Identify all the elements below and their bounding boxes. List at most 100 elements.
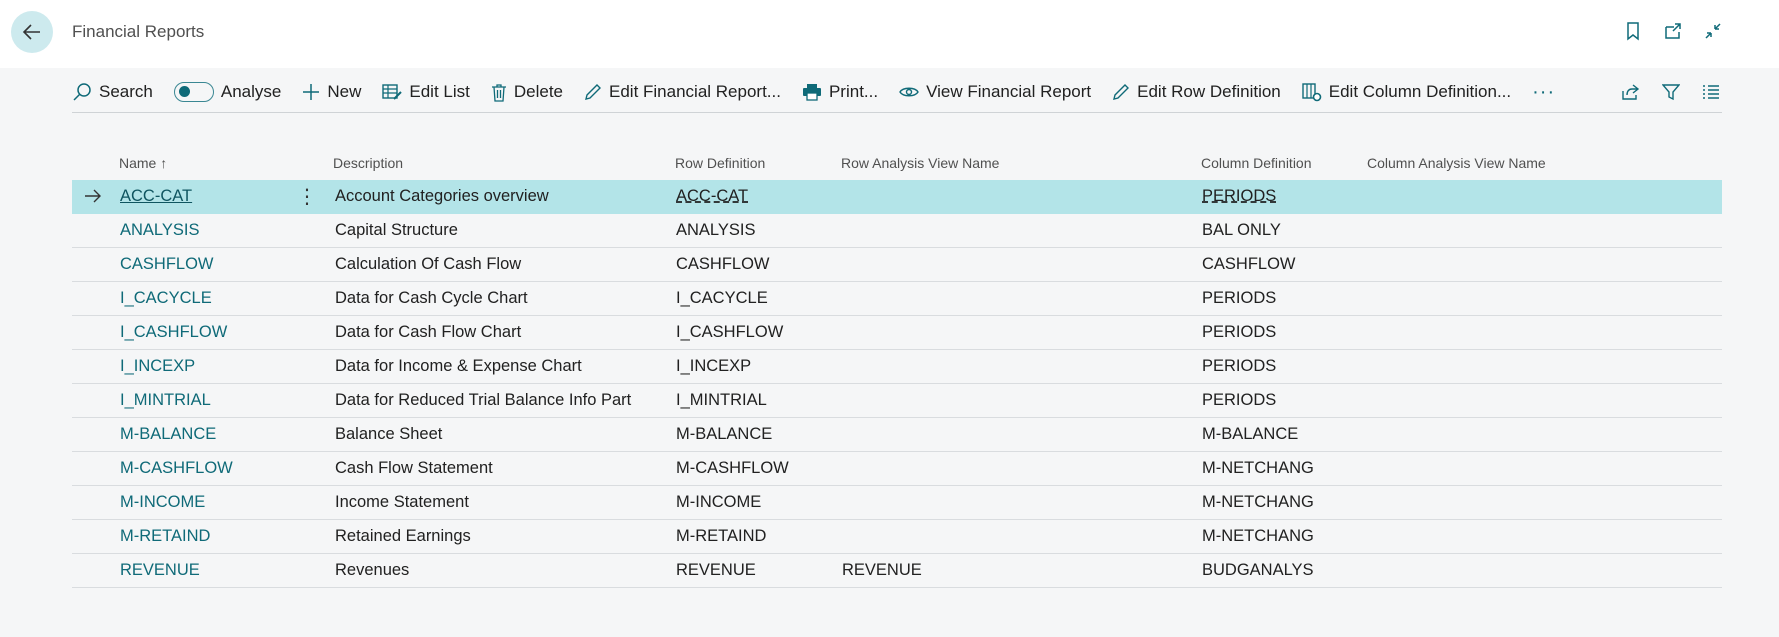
report-description: Calculation Of Cash Flow: [335, 255, 522, 273]
report-description: Revenues: [335, 561, 410, 579]
analyse-label: Analyse: [220, 82, 282, 101]
view-financial-report-button[interactable]: View Financial Report: [899, 82, 1091, 102]
report-description: Cash Flow Statement: [335, 459, 493, 477]
column-header-column-definition[interactable]: Column Definition: [1201, 155, 1312, 171]
more-icon: ···: [1532, 80, 1556, 103]
delete-button[interactable]: Delete: [491, 82, 563, 102]
edit-row-definition-button[interactable]: Edit Row Definition: [1112, 82, 1281, 102]
search-button[interactable]: Search: [72, 82, 153, 102]
column-header-row-definition[interactable]: Row Definition: [675, 155, 765, 171]
table-row[interactable]: M-CASHFLOW Cash Flow Statement M-CASHFLOW M…: [72, 452, 1722, 486]
report-name-link[interactable]: M-RETAIND: [120, 527, 210, 546]
row-definition-cell: M-RETAIND: [676, 527, 767, 545]
new-button[interactable]: New: [302, 82, 361, 102]
column-settings-icon: [1302, 83, 1322, 102]
back-button[interactable]: [11, 11, 53, 53]
page-title: Financial Reports: [72, 22, 205, 41]
report-description: Retained Earnings: [335, 527, 471, 545]
report-name-link[interactable]: REVENUE: [120, 561, 200, 580]
ellipsis-vertical-icon[interactable]: ⋮: [297, 184, 317, 209]
row-definition-cell[interactable]: ACC-CAT: [676, 187, 748, 206]
edit-financial-report-button[interactable]: Edit Financial Report...: [584, 82, 781, 102]
report-name-link[interactable]: I_MINTRIAL: [120, 391, 211, 410]
column-definition-cell: PERIODS: [1202, 323, 1277, 341]
table-row[interactable]: ⋮ ACC-CAT Account Categories overview ACC-C…: [72, 180, 1722, 214]
financial-reports-table: Name ↑ Description Row Definition Row An…: [72, 150, 1722, 588]
report-name-link[interactable]: M-BALANCE: [120, 425, 216, 444]
analyse-toggle[interactable]: Analyse: [173, 82, 282, 102]
analyse-switch[interactable]: [173, 82, 214, 102]
table-row[interactable]: CASHFLOW Calculation Of Cash Flow CASHFLOW…: [72, 248, 1722, 282]
pencil-icon: [585, 84, 601, 100]
sort-ascending-icon: ↑: [160, 155, 168, 171]
open-new-window-icon[interactable]: [1662, 20, 1684, 42]
table-row[interactable]: M-BALANCE Balance Sheet M-BALANCE M-BALANCE: [72, 418, 1722, 452]
search-label: Search: [99, 82, 153, 101]
pencil-icon: [1113, 84, 1130, 100]
report-description: Data for Reduced Trial Balance Info Part: [335, 391, 632, 409]
table-row[interactable]: I_INCEXP Data for Income & Expense Chart I…: [72, 350, 1722, 384]
collapse-icon[interactable]: [1702, 20, 1724, 42]
back-arrow-icon: [22, 24, 40, 40]
edit-financial-report-label: Edit Financial Report...: [609, 82, 781, 101]
share-icon[interactable]: [1620, 81, 1642, 103]
report-name-link[interactable]: CASHFLOW: [120, 255, 214, 274]
report-name-link[interactable]: ACC-CAT: [120, 187, 192, 206]
row-definition-cell: REVENUE: [676, 561, 756, 579]
row-analysis-view-cell: REVENUE: [842, 561, 922, 579]
trash-icon: [491, 83, 506, 102]
report-description: Balance Sheet: [335, 425, 443, 443]
table-header: Name ↑ Description Row Definition Row An…: [72, 150, 1722, 180]
report-name-link[interactable]: M-INCOME: [120, 493, 205, 512]
table-row[interactable]: I_CACYCLE Data for Cash Cycle Chart I_CACY…: [72, 282, 1722, 316]
list-view-icon[interactable]: [1700, 81, 1722, 103]
table-row[interactable]: I_CASHFLOW Data for Cash Flow Chart I_CASH…: [72, 316, 1722, 350]
column-header-name[interactable]: Name ↑: [119, 155, 167, 171]
row-definition-cell: I_MINTRIAL: [676, 391, 767, 409]
more-actions-button[interactable]: ···: [1532, 81, 1555, 104]
table-row[interactable]: I_MINTRIAL Data for Reduced Trial Balance…: [72, 384, 1722, 418]
new-label: New: [327, 82, 362, 101]
column-definition-cell: PERIODS: [1202, 357, 1277, 375]
print-button[interactable]: Print...: [802, 82, 878, 102]
report-name-link[interactable]: I_CACYCLE: [120, 289, 212, 308]
search-icon: [73, 83, 91, 101]
column-definition-cell: M-NETCHANG: [1202, 459, 1314, 477]
report-name-link[interactable]: ANALYSIS: [120, 221, 199, 240]
column-definition-cell[interactable]: PERIODS: [1202, 187, 1276, 206]
table-row[interactable]: M-RETAIND Retained Earnings M-RETAIND M-NET…: [72, 520, 1722, 554]
row-definition-cell: M-BALANCE: [676, 425, 773, 443]
row-definition-cell: ANALYSIS: [676, 221, 756, 239]
report-name-link[interactable]: I_CASHFLOW: [120, 323, 227, 342]
edit-list-icon: [382, 84, 403, 100]
row-definition-cell: I_CASHFLOW: [676, 323, 784, 341]
report-name-link[interactable]: I_INCEXP: [120, 357, 195, 376]
table-row[interactable]: M-INCOME Income Statement M-INCOME M-NETCHA…: [72, 486, 1722, 520]
edit-row-definition-label: Edit Row Definition: [1137, 82, 1281, 101]
edit-list-button[interactable]: Edit List: [382, 82, 470, 102]
column-header-row-analysis-view[interactable]: Row Analysis View Name: [841, 155, 999, 171]
column-header-description[interactable]: Description: [333, 155, 403, 171]
report-description: Account Categories overview: [335, 187, 549, 205]
filter-icon[interactable]: [1660, 81, 1682, 103]
plus-icon: [303, 84, 320, 100]
edit-column-definition-label: Edit Column Definition...: [1328, 82, 1512, 101]
row-definition-cell: M-INCOME: [676, 493, 762, 511]
row-definition-cell: CASHFLOW: [676, 255, 770, 273]
print-label: Print...: [828, 82, 879, 101]
column-definition-cell: M-NETCHANG: [1202, 493, 1314, 511]
report-name-link[interactable]: M-CASHFLOW: [120, 459, 233, 478]
column-header-column-analysis-view[interactable]: Column Analysis View Name: [1367, 155, 1546, 171]
report-description: Data for Cash Cycle Chart: [335, 289, 528, 307]
row-selected-arrow-icon: [85, 189, 101, 203]
column-definition-cell: PERIODS: [1202, 391, 1277, 409]
column-definition-cell: CASHFLOW: [1202, 255, 1296, 273]
table-row[interactable]: REVENUE Revenues REVENUE REVENUE BUDGANALYS: [72, 554, 1722, 588]
bookmark-icon[interactable]: [1622, 20, 1644, 42]
row-definition-cell: I_CACYCLE: [676, 289, 768, 307]
report-description: Income Statement: [335, 493, 469, 511]
table-row[interactable]: ANALYSIS Capital Structure ANALYSIS BAL ONL…: [72, 214, 1722, 248]
eye-icon: [899, 87, 919, 97]
column-definition-cell: BAL ONLY: [1202, 221, 1281, 239]
edit-column-definition-button[interactable]: Edit Column Definition...: [1302, 82, 1511, 102]
